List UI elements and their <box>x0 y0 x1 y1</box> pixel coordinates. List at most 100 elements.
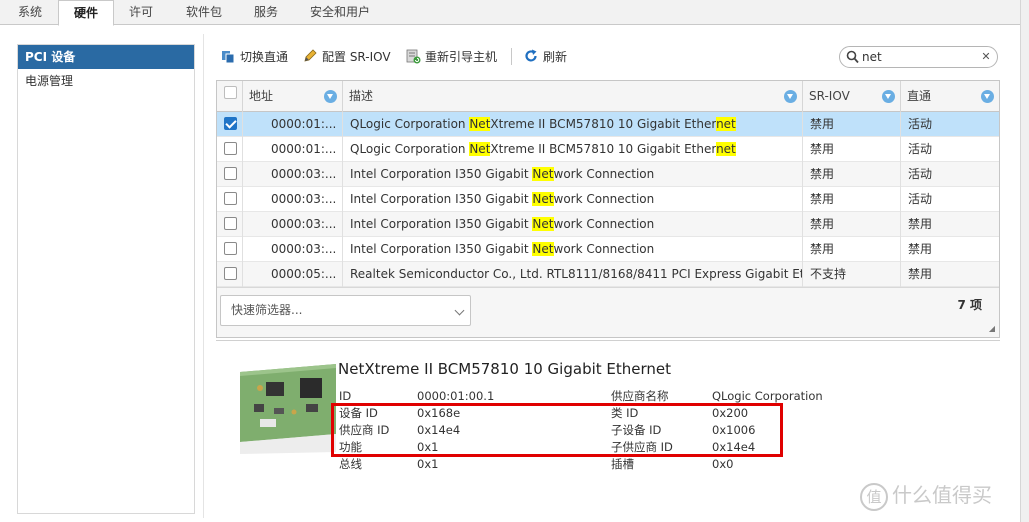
search-match-highlight: net <box>716 117 736 131</box>
description-text: Intel Corporation I350 Gigabit <box>350 217 533 231</box>
description-text: Intel Corporation I350 Gigabit <box>350 192 533 206</box>
description-text: Intel Corporation I350 Gigabit <box>350 167 533 181</box>
column-header-description-label: 描述 <box>349 89 374 103</box>
detail-value-bus: 0x1 <box>417 457 439 471</box>
address-cell: 0000:01:... <box>243 137 343 162</box>
search-box[interactable]: net ✕ <box>839 46 998 68</box>
passthrough-icon <box>222 51 235 64</box>
row-checkbox[interactable] <box>224 117 237 130</box>
address-cell: 0000:05:... <box>243 262 343 287</box>
address-cell: 0000:03:... <box>243 237 343 262</box>
reboot-host-button[interactable]: 重新引导主机 <box>405 47 497 67</box>
nav-item-power-management[interactable]: 电源管理 <box>18 69 194 93</box>
sriov-cell: 禁用 <box>803 237 901 262</box>
column-header-passthrough-label: 直通 <box>907 89 932 103</box>
description-text: work Connection <box>553 242 655 256</box>
table-row[interactable]: 0000:05:... Realtek Semiconductor Co., Lt… <box>217 262 999 287</box>
watermark: 值什么值得买 <box>860 480 992 511</box>
search-input[interactable]: net <box>862 47 882 67</box>
tab-bar: 系统 硬件 许可 软件包 服务 安全和用户 <box>0 0 1020 26</box>
address-cell: 0000:03:... <box>243 187 343 212</box>
passthrough-cell: 禁用 <box>908 267 933 281</box>
description-text: work Connection <box>553 192 655 206</box>
sort-dropdown-icon[interactable] <box>324 90 337 103</box>
row-checkbox-cell <box>217 112 243 137</box>
table-footer: 快速筛选器... 7 项 ◢ <box>217 287 999 337</box>
table-row[interactable]: 0000:03:... Intel Corporation I350 Gigabi… <box>217 212 999 237</box>
sort-dropdown-icon[interactable] <box>784 90 797 103</box>
search-icon <box>846 50 859 64</box>
column-header-passthrough[interactable]: 直通 <box>901 81 999 112</box>
annotation-highlight-box <box>331 403 783 457</box>
tab-license[interactable]: 许可 <box>118 0 164 25</box>
description-cell: Realtek Semiconductor Co., Ltd. RTL8111/… <box>343 262 803 287</box>
row-checkbox-cell <box>217 137 243 162</box>
column-header-address[interactable]: 地址 <box>243 81 343 112</box>
row-checkbox-cell <box>217 237 243 262</box>
table-row[interactable]: 0000:01:... QLogic Corporation NetXtreme … <box>217 137 999 162</box>
table-row[interactable]: 0000:01:... QLogic Corporation NetXtreme … <box>217 112 999 137</box>
search-match-highlight: Net <box>532 192 554 206</box>
passthrough-cell: 禁用 <box>908 217 933 231</box>
description-text: QLogic Corporation <box>350 117 470 131</box>
search-match-highlight: Net <box>532 242 554 256</box>
row-checkbox-cell <box>217 212 243 237</box>
description-text: QLogic Corporation <box>350 142 470 156</box>
row-checkbox[interactable] <box>224 267 237 280</box>
resize-handle-icon[interactable]: ◢ <box>989 325 995 333</box>
refresh-label: 刷新 <box>543 50 568 64</box>
sriov-cell: 禁用 <box>803 112 901 137</box>
sriov-cell: 禁用 <box>803 137 901 162</box>
refresh-button[interactable]: 刷新 <box>523 47 567 67</box>
reboot-host-label: 重新引导主机 <box>425 50 498 64</box>
refresh-icon <box>525 49 537 62</box>
table-row[interactable]: 0000:03:... Intel Corporation I350 Gigabi… <box>217 237 999 262</box>
detail-value-id: 0000:01:00.1 <box>417 389 495 403</box>
row-checkbox[interactable] <box>224 167 237 180</box>
row-checkbox[interactable] <box>224 242 237 255</box>
sriov-cell: 禁用 <box>803 162 901 187</box>
tab-system[interactable]: 系统 <box>8 0 52 25</box>
tab-hardware[interactable]: 硬件 <box>58 0 114 26</box>
tab-services[interactable]: 服务 <box>244 0 288 25</box>
address-cell: 0000:03:... <box>243 162 343 187</box>
toggle-passthrough-label: 切换直通 <box>240 50 289 64</box>
row-checkbox[interactable] <box>224 142 237 155</box>
search-match-highlight: Net <box>469 142 491 156</box>
toggle-passthrough-button[interactable]: 切换直通 <box>220 47 288 67</box>
search-match-highlight: Net <box>469 117 491 131</box>
table-row[interactable]: 0000:03:... Intel Corporation I350 Gigabi… <box>217 162 999 187</box>
tab-packages[interactable]: 软件包 <box>176 0 232 25</box>
item-count: 7 项 <box>957 298 982 312</box>
description-cell: Intel Corporation I350 Gigabit Network C… <box>343 212 803 237</box>
toolbar-divider <box>511 48 512 65</box>
description-text: work Connection <box>553 217 655 231</box>
select-all-checkbox[interactable] <box>224 86 237 99</box>
hardware-nav: PCI 设备 电源管理 <box>17 44 195 514</box>
nic-card-image <box>240 364 336 454</box>
configure-sriov-label: 配置 SR-IOV <box>322 50 391 64</box>
row-checkbox-cell <box>217 187 243 212</box>
nav-item-pci-devices[interactable]: PCI 设备 <box>18 45 194 69</box>
sriov-cell: 禁用 <box>803 212 901 237</box>
sriov-cell: 不支持 <box>803 262 901 287</box>
configure-sriov-button[interactable]: 配置 SR-IOV <box>302 47 391 67</box>
clear-search-icon[interactable]: ✕ <box>980 51 992 63</box>
reboot-host-icon <box>406 49 421 64</box>
row-checkbox[interactable] <box>224 217 237 230</box>
sort-dropdown-icon[interactable] <box>981 90 994 103</box>
search-match-highlight: net <box>716 142 736 156</box>
select-all-cell <box>217 81 243 112</box>
column-header-description[interactable]: 描述 <box>343 81 803 112</box>
detail-label-vendor-name: 供应商名称 <box>611 389 669 403</box>
quick-filter-select[interactable]: 快速筛选器... <box>220 295 471 326</box>
column-header-sriov[interactable]: SR-IOV <box>803 81 901 112</box>
detail-label-bus: 总线 <box>339 457 362 471</box>
page-scrollbar[interactable] <box>1020 0 1029 522</box>
tab-security-users[interactable]: 安全和用户 <box>300 0 380 25</box>
sort-dropdown-icon[interactable] <box>882 90 895 103</box>
column-header-address-label: 地址 <box>249 89 274 103</box>
passthrough-cell: 活动 <box>908 167 933 181</box>
row-checkbox[interactable] <box>224 192 237 205</box>
table-row[interactable]: 0000:03:... Intel Corporation I350 Gigabi… <box>217 187 999 212</box>
